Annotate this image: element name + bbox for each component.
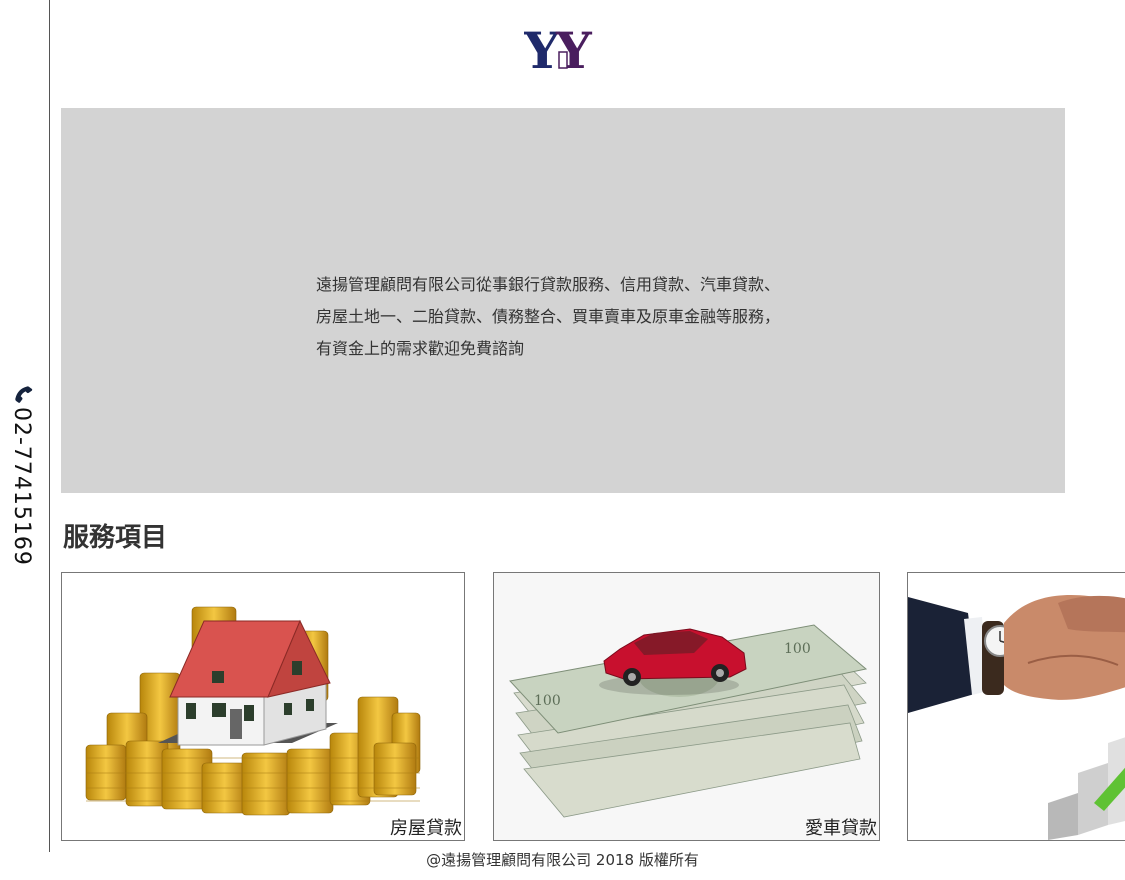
house-on-coins-image: [85, 606, 421, 816]
toy-car-on-cash-image: 100 100: [494, 573, 879, 840]
company-logo[interactable]: Y Y: [524, 26, 602, 72]
intro-banner: 遠揚管理顧問有限公司從事銀行貸款服務、信用貸款、汽車貸款、 房屋土地一、二胎貸款…: [61, 108, 1065, 493]
intro-text: 遠揚管理顧問有限公司從事銀行貸款服務、信用貸款、汽車貸款、 房屋土地一、二胎貸款…: [316, 269, 876, 365]
footer-copyright: @遠揚管理顧問有限公司 2018 版權所有: [426, 851, 699, 869]
handshake-image: [908, 573, 1125, 840]
service-card-house-loan[interactable]: 房屋貸款: [61, 572, 465, 841]
intro-line: 有資金上的需求歡迎免費諮詢: [316, 339, 525, 358]
service-label-house-loan[interactable]: 房屋貸款: [390, 814, 462, 840]
svg-text:100: 100: [534, 693, 561, 709]
phone-number[interactable]: 02-77415169: [9, 407, 34, 566]
services-heading: 服務項目: [63, 523, 168, 553]
phone-icon: [15, 386, 33, 403]
service-label-car-loan[interactable]: 愛車貸款: [805, 814, 877, 840]
svg-text:100: 100: [784, 641, 811, 657]
phone-contact[interactable]: 02-77415169: [9, 383, 36, 566]
service-card-car-loan[interactable]: 100 100 愛車貸款: [493, 572, 880, 841]
intro-line: 房屋土地一、二胎貸款、債務整合、買車賣車及原車金融等服務，: [316, 307, 781, 326]
intro-line: 遠揚管理顧問有限公司從事銀行貸款服務、信用貸款、汽車貸款、: [316, 275, 781, 294]
service-card-handshake[interactable]: [907, 572, 1125, 841]
